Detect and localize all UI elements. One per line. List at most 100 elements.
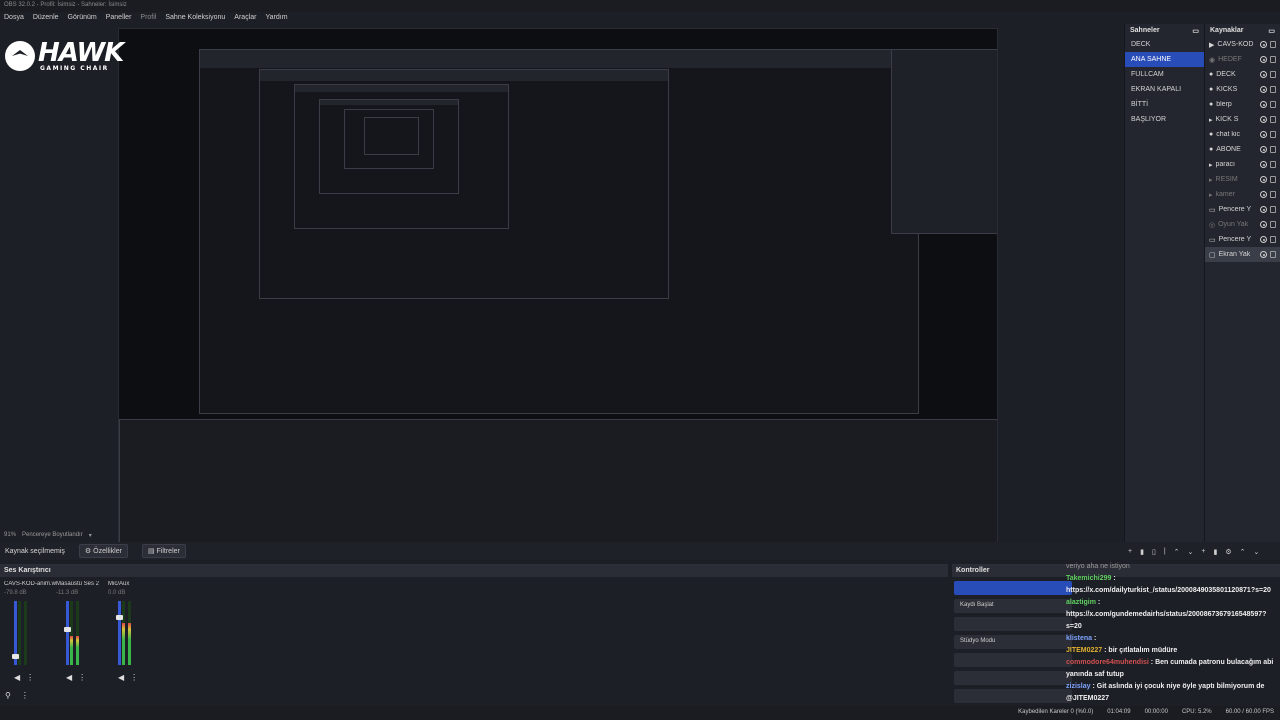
control-button[interactable] — [954, 581, 1072, 595]
preview-canvas[interactable] — [118, 28, 998, 552]
source-row[interactable]: ◎ Oyun Yak — [1205, 217, 1280, 232]
menu-gorunum[interactable]: Görünüm — [68, 14, 97, 22]
chevron-down-icon[interactable]: ▾ — [89, 532, 92, 540]
speaker-icon[interactable]: ◀ — [14, 673, 20, 682]
source-row[interactable]: ● KİCKS — [1205, 82, 1280, 97]
speaker-icon[interactable]: ◀ — [118, 673, 124, 682]
filters-button[interactable]: ▤ Filtreler — [141, 544, 186, 558]
more-icon[interactable]: ⋮ — [78, 673, 86, 682]
eye-icon[interactable] — [1260, 41, 1267, 48]
dock-menu-icon[interactable]: ▭ — [1192, 27, 1199, 35]
source-row[interactable]: ▸ kamer — [1205, 187, 1280, 202]
zoom-mode[interactable]: Pencereye Boyutlandır — [22, 532, 83, 540]
menu-araclar[interactable]: Araçlar — [234, 14, 256, 22]
source-name: ABONE — [1216, 146, 1241, 153]
eye-icon[interactable] — [1260, 236, 1267, 243]
fader-knob[interactable] — [116, 615, 123, 620]
lock-icon[interactable] — [1270, 206, 1276, 213]
move-up-icon[interactable]: ⌃ — [1174, 548, 1180, 556]
eye-icon[interactable] — [1260, 86, 1267, 93]
lock-icon[interactable] — [1270, 161, 1276, 168]
source-row[interactable]: ▶ CAVS-KOD — [1205, 37, 1280, 52]
lock-icon[interactable] — [1270, 101, 1276, 108]
trash-icon[interactable]: ▮ — [1140, 548, 1144, 556]
more-icon[interactable]: ⋮ — [26, 673, 34, 682]
eye-icon[interactable] — [1260, 251, 1267, 258]
lock-icon[interactable] — [1270, 116, 1276, 123]
add-icon[interactable]: + — [1201, 548, 1205, 556]
zoom-value[interactable]: 91% — [4, 532, 16, 540]
menu-duzenle[interactable]: Düzenle — [33, 14, 59, 22]
lock-icon[interactable] — [1270, 236, 1276, 243]
lock-icon[interactable] — [1270, 221, 1276, 228]
source-row[interactable]: ▸ paracı — [1205, 157, 1280, 172]
lock-icon[interactable] — [1270, 71, 1276, 78]
link-icon[interactable]: ⚲ — [5, 691, 11, 700]
lock-icon[interactable] — [1270, 131, 1276, 138]
scene-item[interactable]: EKRAN KAPALI — [1125, 82, 1204, 97]
eye-icon[interactable] — [1260, 56, 1267, 63]
scene-item[interactable]: ANA SAHNE — [1125, 52, 1204, 67]
lock-icon[interactable] — [1270, 176, 1276, 183]
add-icon[interactable]: + — [1128, 548, 1132, 556]
lock-icon[interactable] — [1270, 56, 1276, 63]
lock-icon[interactable] — [1270, 41, 1276, 48]
menu-paneller[interactable]: Paneller — [106, 14, 132, 22]
source-row[interactable]: ● chat kic — [1205, 127, 1280, 142]
eye-icon[interactable] — [1260, 221, 1267, 228]
lock-icon[interactable] — [1270, 146, 1276, 153]
eye-icon[interactable] — [1260, 176, 1267, 183]
source-row[interactable]: ● blerp — [1205, 97, 1280, 112]
eye-icon[interactable] — [1260, 161, 1267, 168]
menu-profil[interactable]: Profil — [140, 14, 156, 22]
trash-icon[interactable]: ▮ — [1213, 548, 1217, 556]
volume-fader[interactable] — [64, 601, 71, 665]
eye-icon[interactable] — [1260, 116, 1267, 123]
source-row[interactable]: ▸ RESİM — [1205, 172, 1280, 187]
eye-icon[interactable] — [1260, 146, 1267, 153]
fader-knob[interactable] — [12, 654, 19, 659]
fader-knob[interactable] — [64, 627, 71, 632]
source-row[interactable]: ● ABONE — [1205, 142, 1280, 157]
control-button[interactable]: Stüdyo Modu — [954, 635, 1072, 649]
scene-item[interactable]: FULLCAM — [1125, 67, 1204, 82]
properties-button[interactable]: ⚙ Özellikler — [78, 544, 128, 558]
scene-item[interactable]: BİTTİ — [1125, 97, 1204, 112]
volume-fader[interactable] — [116, 601, 123, 665]
scene-item[interactable]: BAŞLIYOR — [1125, 112, 1204, 127]
source-row[interactable]: ▸ KİCK S — [1205, 112, 1280, 127]
source-row[interactable]: ◉ HEDEF — [1205, 52, 1280, 67]
source-row[interactable]: ▭ Pencere Y — [1205, 232, 1280, 247]
control-button[interactable] — [954, 617, 1072, 631]
move-down-icon[interactable]: ⌄ — [1188, 548, 1194, 556]
control-button[interactable] — [954, 653, 1072, 667]
eye-icon[interactable] — [1260, 101, 1267, 108]
eye-icon[interactable] — [1260, 131, 1267, 138]
menu-dosya[interactable]: Dosya — [4, 14, 24, 22]
copy-icon[interactable]: ▯ — [1152, 548, 1156, 556]
gear-icon[interactable]: ⚙ — [1225, 548, 1231, 556]
eye-icon[interactable] — [1260, 191, 1267, 198]
scene-item[interactable]: DECK — [1125, 37, 1204, 52]
menu-yardim[interactable]: Yardım — [265, 14, 287, 22]
more-icon[interactable]: ⋮ — [130, 673, 138, 682]
volume-fader[interactable] — [12, 601, 19, 665]
eye-icon[interactable] — [1260, 206, 1267, 213]
lock-icon[interactable] — [1270, 251, 1276, 258]
lock-icon[interactable] — [1270, 191, 1276, 198]
more-icon[interactable]: ⋮ — [21, 691, 29, 700]
source-row[interactable]: ▢ Ekran Yak — [1205, 247, 1280, 262]
control-button[interactable] — [954, 689, 1072, 703]
preview-area[interactable]: HAWK GAMING CHAIR — [0, 24, 1124, 552]
move-down-icon[interactable]: ⌄ — [1254, 548, 1260, 556]
move-up-icon[interactable]: ⌃ — [1240, 548, 1246, 556]
source-row[interactable]: ● DECK — [1205, 67, 1280, 82]
eye-icon[interactable] — [1260, 71, 1267, 78]
control-button[interactable]: Kaydı Başlat — [954, 599, 1072, 613]
dock-menu-icon[interactable]: ▭ — [1268, 27, 1275, 35]
lock-icon[interactable] — [1270, 86, 1276, 93]
speaker-icon[interactable]: ◀ — [66, 673, 72, 682]
menu-sahne-koleksiyonu[interactable]: Sahne Koleksiyonu — [165, 14, 225, 22]
source-row[interactable]: ▭ Pencere Y — [1205, 202, 1280, 217]
control-button[interactable] — [954, 671, 1072, 685]
